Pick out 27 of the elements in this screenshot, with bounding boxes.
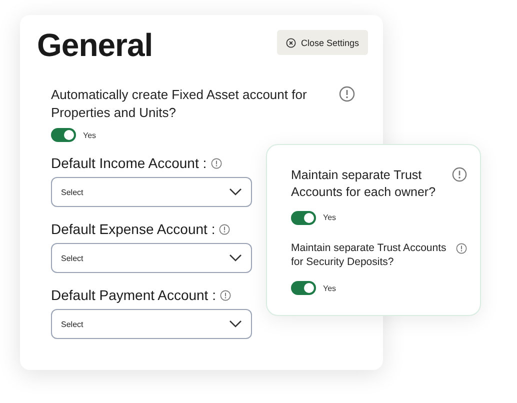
info-icon[interactable] <box>456 240 467 256</box>
info-icon[interactable] <box>339 86 355 102</box>
account-select[interactable]: Select <box>51 309 252 340</box>
account-select[interactable]: Select <box>51 177 252 208</box>
toggle-label: Yes <box>83 130 96 140</box>
setting-question: Maintain separate Trust Accounts for each owner? <box>291 167 437 201</box>
info-icon[interactable] <box>220 290 231 301</box>
info-icon[interactable] <box>219 224 230 235</box>
setting-question: Maintain separate Trust Accounts for Security Deposits? <box>291 240 448 270</box>
close-icon <box>286 38 296 48</box>
field-label: Default Expense Account : <box>51 221 216 238</box>
field-label: Default Income Account : <box>51 155 207 172</box>
toggle-switch[interactable] <box>291 281 316 296</box>
toggle-switch[interactable] <box>51 128 76 142</box>
field-label: Default Payment Account : <box>51 287 216 304</box>
toggle-switch[interactable] <box>291 210 316 225</box>
toggle-label: Yes <box>323 284 336 293</box>
chevron-down-icon <box>229 254 242 262</box>
close-settings-button[interactable]: Close Settings <box>276 30 368 55</box>
info-icon[interactable] <box>210 158 222 169</box>
toggle-label: Yes <box>323 213 336 222</box>
chevron-down-icon <box>229 320 242 328</box>
account-select[interactable]: Select <box>51 243 252 274</box>
chevron-down-icon <box>229 188 242 196</box>
setting-question: Automatically create Fixed Asset account for Properties and Units? <box>51 86 308 122</box>
page-title: General <box>37 27 153 64</box>
info-icon[interactable] <box>452 167 467 182</box>
